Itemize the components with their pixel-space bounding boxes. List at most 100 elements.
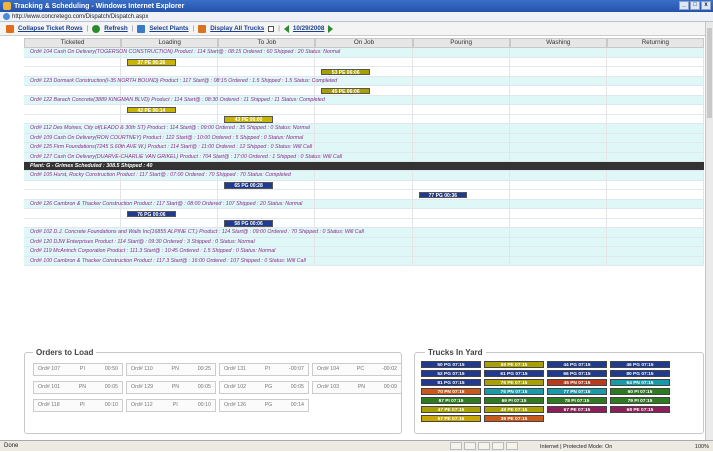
- truck-bar[interactable]: 76 PG 00:06: [127, 210, 176, 218]
- ticket-row[interactable]: Ord# 120 DJW Enterprises Product : 114 S…: [24, 237, 704, 247]
- address-bar[interactable]: http://www.concretego.com/Dispatch/Dispa…: [0, 12, 713, 22]
- order-to-load-item[interactable]: Ord# 101 PN 00:05: [33, 381, 123, 394]
- yard-truck[interactable]: 52 PG 07:15: [421, 370, 481, 377]
- truck-bar[interactable]: 43 PE 06:00: [224, 116, 273, 123]
- yard-truck[interactable]: 68 PE 07:15: [610, 406, 670, 413]
- ticket-row[interactable]: Ord# 112 Des Moines, City of(LEADO & 30t…: [24, 124, 704, 134]
- scroll-thumb[interactable]: [707, 28, 712, 118]
- yard-truck[interactable]: 39 PE 07:15: [484, 415, 544, 422]
- close-button[interactable]: x: [701, 1, 711, 10]
- yard-truck[interactable]: 44 PG 07:15: [547, 361, 607, 368]
- yard-truck[interactable]: 47 PE 07:15: [421, 406, 481, 413]
- column-header-to-job: To Job: [218, 38, 316, 48]
- yard-truck[interactable]: 64 PN 07:15: [610, 379, 670, 386]
- status-bar: Done Internet | Protected Mode: On 100%: [0, 440, 713, 451]
- truck-bar[interactable]: 53 PE 06:06: [321, 68, 370, 76]
- order-to-load-item[interactable]: Ord# 104 PC -00:02: [312, 363, 402, 376]
- order-ord: Ord# 118: [38, 402, 60, 408]
- order-to-load-item[interactable]: Ord# 129 PN 00:05: [126, 381, 216, 394]
- collapse-rows-link[interactable]: Collapse Ticket Rows: [18, 25, 83, 32]
- ticket-row[interactable]: Ord# 125 Firm Foundations(7245 S.60th AV…: [24, 143, 704, 153]
- yard-truck[interactable]: 76 PN 07:15: [484, 388, 544, 395]
- select-plants-link[interactable]: Select Plants: [149, 25, 188, 32]
- ticket-row[interactable]: Ord# 122 Barach Concrete(3889 KINGMAN BL…: [24, 95, 704, 105]
- column-headers: Ticketed Loading To Job On Job Pouring Washin…: [24, 38, 704, 48]
- toolbar-separator: |: [86, 25, 89, 32]
- dispatch-grid: Ord# 104 Cash On Delivery(TOGERSON CONST…: [24, 48, 704, 266]
- yard-truck[interactable]: 59 PE 07:15: [484, 361, 544, 368]
- refresh-icon[interactable]: [92, 24, 101, 33]
- ticket-row[interactable]: Ord# 126 Cambron & Thacker Construction …: [24, 199, 704, 209]
- yard-truck[interactable]: 61 PG 07:15: [484, 370, 544, 377]
- yard-truck[interactable]: 67 PI 07:15: [421, 397, 481, 404]
- order-ord: Ord# 129: [131, 384, 154, 390]
- ticket-row[interactable]: Ord# 109 Cash On Delivery(RON COURTNEY) …: [24, 133, 704, 143]
- vertical-scrollbar[interactable]: [705, 22, 713, 440]
- display-trucks-link[interactable]: Display All Trucks: [210, 25, 264, 32]
- ticket-row[interactable]: Ord# 104 Cash On Delivery(TOGERSON CONST…: [24, 48, 704, 58]
- truck-icon[interactable]: [198, 24, 207, 33]
- ticket-row[interactable]: Ord# 119 McAninch Corporation Product : …: [24, 247, 704, 257]
- truck-bar[interactable]: 65 PG 00:28: [224, 182, 273, 189]
- order-to-load-item[interactable]: Ord# 118 PI 00:10: [33, 399, 123, 412]
- date-picker[interactable]: 10/29/2008: [293, 25, 325, 32]
- order-to-load-item[interactable]: Ord# 102 PG 00:05: [219, 381, 309, 394]
- truck-row[interactable]: 65 PG 00:28: [24, 180, 704, 190]
- collapse-icon[interactable]: [6, 24, 14, 33]
- url-text[interactable]: http://www.concretego.com/Dispatch/Dispa…: [12, 14, 148, 20]
- yard-truck[interactable]: 50 PG 07:15: [421, 361, 481, 368]
- ticket-row[interactable]: Ord# 105 Hurst, Rocky Construction Produ…: [24, 171, 704, 181]
- next-day-icon[interactable]: [328, 24, 334, 33]
- order-to-load-item[interactable]: Ord# 107 PI 00:50: [33, 363, 123, 376]
- ticket-row[interactable]: Ord# 102 D.J. Concrete Foundations and W…: [24, 228, 704, 238]
- yard-truck[interactable]: 81 PG 07:15: [421, 379, 481, 386]
- yard-truck[interactable]: 48 PE 07:15: [484, 406, 544, 413]
- truck-row[interactable]: 37 PE 06:26: [24, 57, 704, 67]
- ticket-info: Ord# 104 Cash On Delivery(TOGERSON CONST…: [30, 49, 341, 55]
- yard-truck[interactable]: 80 PG 07:15: [610, 370, 670, 377]
- yard-truck[interactable]: 77 PN 07:15: [547, 388, 607, 395]
- maximize-button[interactable]: □: [690, 1, 700, 10]
- window-titlebar: Tracking & Scheduling - Windows Internet…: [0, 0, 713, 12]
- column-header-on-job: On Job: [315, 38, 413, 48]
- ticket-row[interactable]: Ord# 127 Cash On Delivery(DUARVE-CHARLIE…: [24, 152, 704, 162]
- yard-truck[interactable]: 76 PE 07:15: [484, 379, 544, 386]
- truck-row[interactable]: 53 PE 06:06: [24, 67, 704, 77]
- yard-truck[interactable]: 78 PI 07:15: [547, 397, 607, 404]
- truck-bar[interactable]: 45 PE 06:06: [321, 87, 370, 95]
- truck-bar[interactable]: 58 PG 00:06: [224, 220, 273, 227]
- minimize-button[interactable]: _: [679, 1, 689, 10]
- yard-truck[interactable]: 60 PI 07:15: [610, 388, 670, 395]
- truck-bar[interactable]: 37 PE 06:26: [127, 59, 176, 66]
- plant-icon[interactable]: [137, 24, 146, 33]
- order-to-load-item[interactable]: Ord# 131 PI -00:07: [219, 363, 309, 376]
- refresh-link[interactable]: Refresh: [104, 25, 127, 32]
- yard-truck[interactable]: 70 PN 07:15: [421, 388, 481, 395]
- truck-row[interactable]: 42 PE 06:14: [24, 105, 704, 115]
- prev-day-icon[interactable]: [283, 24, 289, 33]
- yard-truck[interactable]: 46 PG 07:15: [610, 361, 670, 368]
- ticket-row[interactable]: Ord# 123 Dormark Construction(I-35 NORTH…: [24, 76, 704, 86]
- yard-truck[interactable]: 67 PE 07:15: [547, 406, 607, 413]
- order-plant: PI: [79, 402, 85, 408]
- truck-bar[interactable]: 77 PG 00:36: [418, 191, 468, 199]
- display-trucks-checkbox[interactable]: [268, 25, 275, 32]
- order-to-load-item[interactable]: Ord# 112 PI 00:10: [126, 399, 216, 412]
- status-text: Done: [4, 443, 19, 449]
- yard-truck[interactable]: 79 PI 07:15: [610, 397, 670, 404]
- ticket-row[interactable]: Ord# 100 Cambron & Thacker Construction …: [24, 256, 704, 266]
- truck-row[interactable]: 77 PG 00:36: [24, 190, 704, 200]
- truck-row[interactable]: 76 PG 00:06: [24, 209, 704, 219]
- yard-truck[interactable]: 69 PI 07:15: [484, 397, 544, 404]
- yard-truck[interactable]: 57 PE 07:15: [421, 415, 481, 422]
- truck-row[interactable]: 45 PE 06:06: [24, 86, 704, 96]
- truck-row[interactable]: 43 PE 06:00: [24, 114, 704, 124]
- order-to-load-item[interactable]: Ord# 126 PG 00:14: [219, 399, 309, 412]
- column-header-ticketed: Ticketed: [24, 38, 122, 48]
- truck-bar[interactable]: 42 PE 06:14: [127, 106, 176, 114]
- order-to-load-item[interactable]: Ord# 110 PN 00:25: [126, 363, 216, 376]
- yard-truck[interactable]: 66 PG 07:15: [547, 370, 607, 377]
- order-to-load-item[interactable]: Ord# 103 PN 00:09: [312, 381, 402, 394]
- truck-row[interactable]: 58 PG 00:06: [24, 218, 704, 228]
- yard-truck[interactable]: 45 PN 07:15: [547, 379, 607, 386]
